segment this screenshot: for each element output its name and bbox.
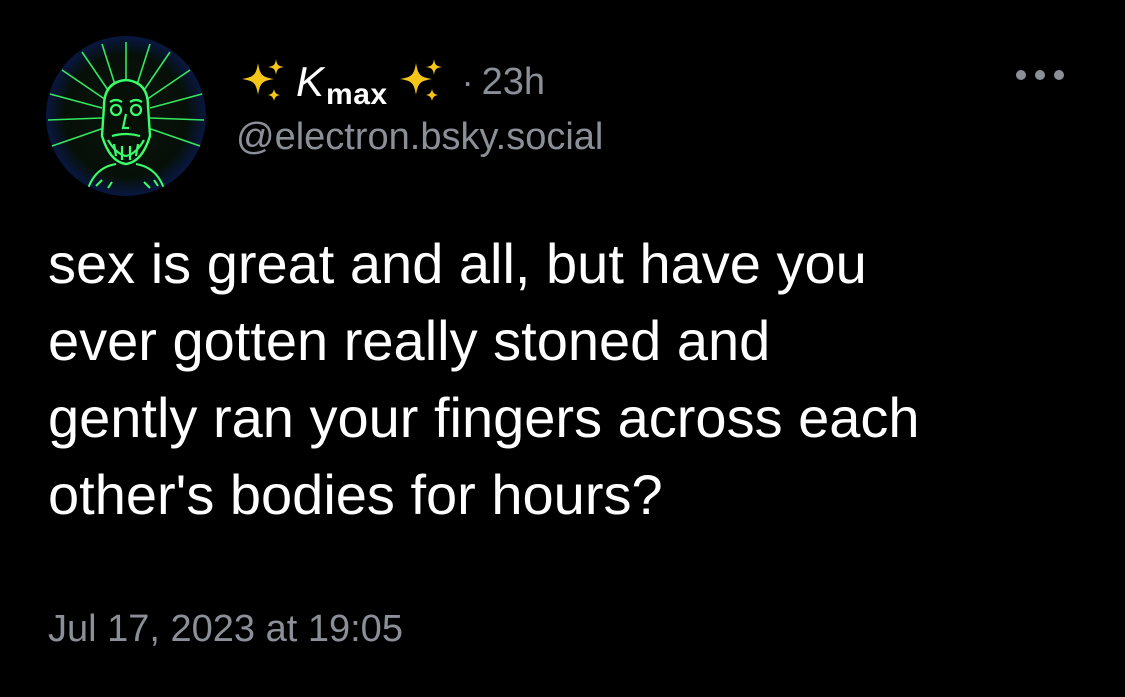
- more-dot: [1035, 70, 1045, 80]
- display-name-main: K: [296, 57, 325, 105]
- separator-dot: ·: [461, 61, 474, 102]
- post-text: sex is great and all, but have you ever …: [48, 225, 1098, 533]
- post-header: K max · 23h: [236, 52, 545, 112]
- sparkle-icon: [236, 55, 290, 109]
- post-timestamp: Jul 17, 2023 at 19:05: [48, 608, 403, 650]
- post-card: K max · 23h @electron.bsky.social sex is…: [0, 0, 1125, 697]
- sparkle-icon: [394, 55, 448, 109]
- more-dot: [1054, 70, 1064, 80]
- display-name[interactable]: K max: [296, 57, 388, 111]
- post-text-line: sex is great and all, but have you: [48, 232, 867, 295]
- relative-time[interactable]: 23h: [482, 61, 545, 104]
- author-handle[interactable]: @electron.bsky.social: [236, 116, 603, 159]
- more-dot: [1016, 70, 1026, 80]
- post-text-line: gently ran your fingers across each: [48, 386, 920, 449]
- display-name-sub: max: [326, 77, 388, 111]
- avatar-drawing-icon: [46, 36, 206, 196]
- avatar[interactable]: [46, 36, 206, 196]
- more-options-icon[interactable]: [1016, 62, 1064, 88]
- post-text-line: other's bodies for hours?: [48, 463, 663, 526]
- post-text-line: ever gotten really stoned and: [48, 309, 771, 372]
